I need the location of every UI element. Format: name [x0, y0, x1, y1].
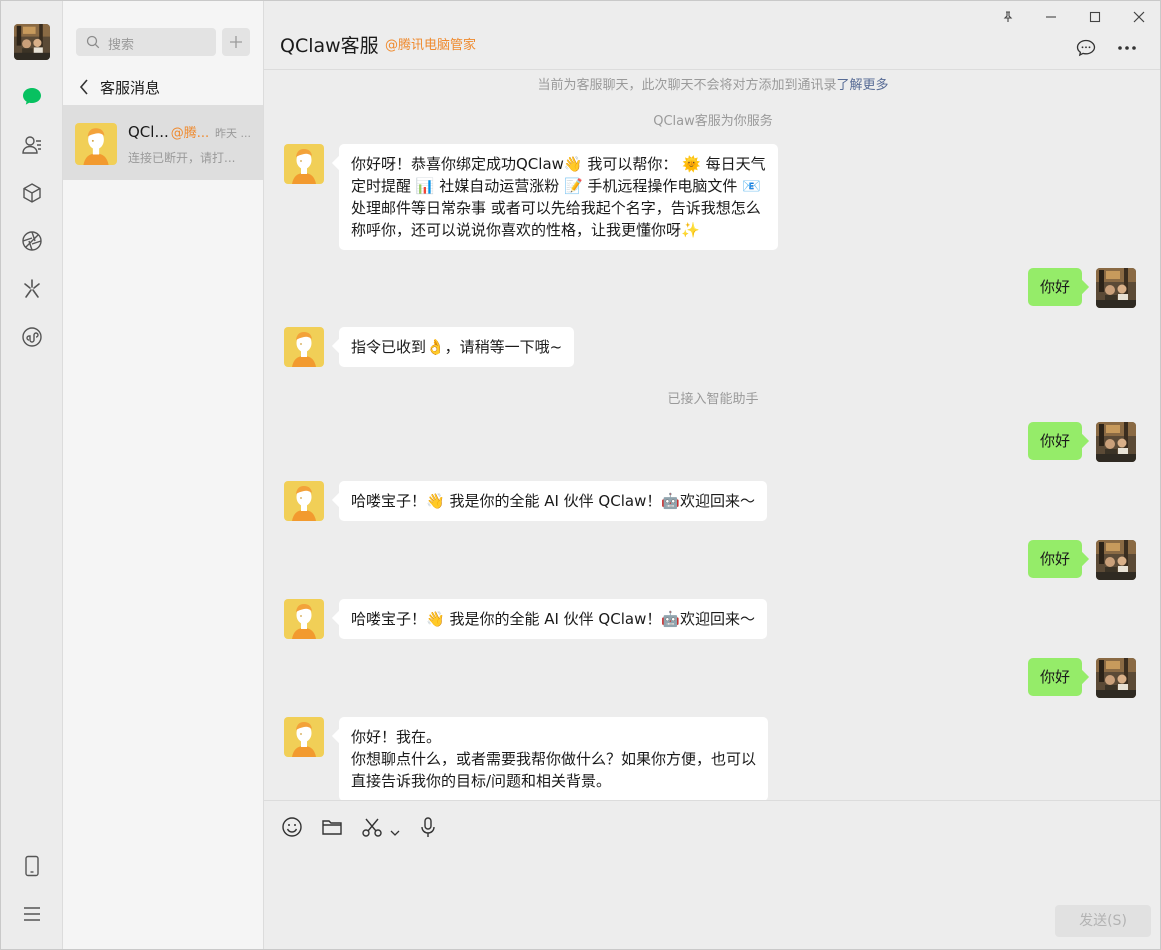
- chat-tag: @腾讯电脑管家: [385, 38, 477, 53]
- session-item[interactable]: QCl... @腾... 昨天 ... 连接已断开，请打...: [63, 105, 263, 180]
- message-text: 哈喽宝子！👋 我是你的全能 AI 伙伴 QClaw！🤖欢迎回来～: [351, 610, 756, 628]
- message-bubble-bot[interactable]: 哈喽宝子！👋 我是你的全能 AI 伙伴 QClaw！🤖欢迎回来～: [339, 481, 768, 521]
- close-icon: [1133, 11, 1145, 23]
- composer[interactable]: 发送(S): [264, 800, 1160, 949]
- session-tag: @腾...: [170, 126, 210, 141]
- notice-message: 当前为客服聊天，此次聊天不会将对方添加到通讯录: [537, 78, 837, 93]
- minimize-icon: [1046, 16, 1056, 18]
- moments-icon[interactable]: [20, 229, 44, 253]
- message-text: 哈喽宝子！👋 我是你的全能 AI 伙伴 QClaw！🤖欢迎回来～: [351, 492, 756, 510]
- message-text: 你好: [1039, 550, 1070, 568]
- user-avatar[interactable]: [14, 24, 50, 60]
- chat-header: QClaw客服 @腾讯电脑管家: [264, 1, 1160, 70]
- phone-icon[interactable]: [20, 854, 44, 878]
- mini-programs-icon[interactable]: [20, 325, 44, 349]
- pin-button[interactable]: [997, 8, 1019, 26]
- message-bubble-bot[interactable]: 你好呀！恭喜你绑定成功QClaw👋 我可以帮你： 🌞 每日天气 定时提醒 📊 社…: [339, 144, 778, 250]
- search-placeholder: 搜索: [108, 38, 135, 53]
- service-text: QClaw客服为你服务: [653, 114, 773, 129]
- message-line: 处理邮件等日常杂事 或者可以先给我起个名字，告诉我想怎么: [351, 199, 761, 217]
- send-button[interactable]: 发送(S): [1055, 905, 1151, 937]
- message-list[interactable]: 当前为客服聊天，此次聊天不会将对方添加到通讯录了解更多 QClaw客服为你服务 …: [264, 70, 1161, 800]
- message-line: 你好！我在。: [351, 728, 442, 746]
- chat-icon[interactable]: [20, 85, 44, 109]
- notice-text: 当前为客服聊天，此次聊天不会将对方添加到通讯录了解更多: [264, 74, 1160, 93]
- plus-icon: [230, 36, 242, 48]
- bot-avatar[interactable]: [284, 481, 324, 521]
- chat-info-icon[interactable]: [1076, 39, 1096, 57]
- message-bubble-me[interactable]: 你好: [1027, 422, 1082, 460]
- message-line: 直接告诉我你的目标/问题和相关背景。: [351, 772, 612, 790]
- message-line: 你好呀！恭喜你绑定成功QClaw👋 我可以帮你： 🌞 每日天气: [351, 155, 766, 173]
- my-avatar[interactable]: [1096, 540, 1136, 580]
- chevron-down-icon[interactable]: [390, 821, 400, 845]
- message-bubble-me[interactable]: 你好: [1027, 540, 1082, 578]
- message-line: 定时提醒 📊 社媒自动运营涨粉 📝 手机远程操作电脑文件 📧: [351, 177, 761, 195]
- message-bubble-me[interactable]: 你好: [1027, 268, 1082, 306]
- close-button[interactable]: [1128, 8, 1150, 26]
- maximize-button[interactable]: [1084, 8, 1106, 26]
- my-avatar[interactable]: [1096, 658, 1136, 698]
- session-list-panel: 搜索 客服消息 QCl... @腾... 昨天 ... 连接已断开，请打...: [63, 1, 264, 949]
- nav-sidebar: [1, 1, 63, 949]
- favorites-icon[interactable]: [20, 181, 44, 205]
- learn-more-link[interactable]: 了解更多: [837, 78, 889, 93]
- session-time: 昨天 ...: [213, 125, 251, 141]
- message-text: 你好: [1039, 668, 1070, 686]
- session-preview: 连接已断开，请打...: [128, 151, 236, 165]
- bot-avatar[interactable]: [284, 144, 324, 184]
- more-icon[interactable]: [1117, 45, 1137, 51]
- my-avatar[interactable]: [1096, 422, 1136, 462]
- scissors-icon[interactable]: [361, 815, 383, 839]
- message-bubble-bot[interactable]: 指令已收到👌，请稍等一下哦~: [339, 327, 575, 367]
- message-line: 称呼你，还可以说说你喜欢的性格，让我更懂你呀✨: [351, 221, 700, 239]
- add-button[interactable]: [222, 28, 250, 56]
- maximize-icon: [1089, 11, 1101, 23]
- message-text: 你好: [1039, 432, 1070, 450]
- session-avatar: [75, 123, 117, 165]
- folder-icon[interactable]: [321, 815, 343, 839]
- message-bubble-bot[interactable]: 哈喽宝子！👋 我是你的全能 AI 伙伴 QClaw！🤖欢迎回来～: [339, 599, 768, 639]
- contacts-icon[interactable]: [20, 133, 44, 157]
- minimize-button[interactable]: [1040, 8, 1062, 26]
- channels-icon[interactable]: [20, 277, 44, 301]
- chat-title: QClaw客服: [280, 35, 379, 57]
- chevron-left-icon: [79, 79, 88, 95]
- system-notice: 已接入智能助手: [667, 392, 759, 407]
- message-text: 你好: [1039, 278, 1070, 296]
- message-text: 指令已收到👌，请稍等一下哦~: [351, 338, 563, 356]
- pin-icon: [1003, 11, 1013, 22]
- bot-avatar[interactable]: [284, 599, 324, 639]
- search-icon: [86, 35, 100, 49]
- session-name: QCl...: [128, 123, 169, 141]
- app-window: 搜索 客服消息 QCl... @腾... 昨天 ... 连接已断开，请打... Q…: [0, 0, 1161, 950]
- search-input[interactable]: 搜索: [76, 28, 216, 56]
- my-avatar[interactable]: [1096, 268, 1136, 308]
- microphone-icon[interactable]: [417, 815, 439, 839]
- bot-avatar[interactable]: [284, 717, 324, 757]
- chat-panel: QClaw客服 @腾讯电脑管家 当前为客服聊天，此次聊天不会将对方添加到通讯录了…: [264, 1, 1161, 949]
- back-label: 客服消息: [100, 79, 161, 97]
- message-line: 你想聊点什么，或者需要我帮你做什么？如果你方便，也可以: [351, 750, 757, 768]
- emoji-icon[interactable]: [281, 815, 303, 839]
- message-bubble-me[interactable]: 你好: [1027, 658, 1082, 696]
- message-bubble-bot[interactable]: 你好！我在。 你想聊点什么，或者需要我帮你做什么？如果你方便，也可以 直接告诉我…: [339, 717, 769, 800]
- bot-avatar[interactable]: [284, 327, 324, 367]
- menu-icon[interactable]: [20, 902, 44, 926]
